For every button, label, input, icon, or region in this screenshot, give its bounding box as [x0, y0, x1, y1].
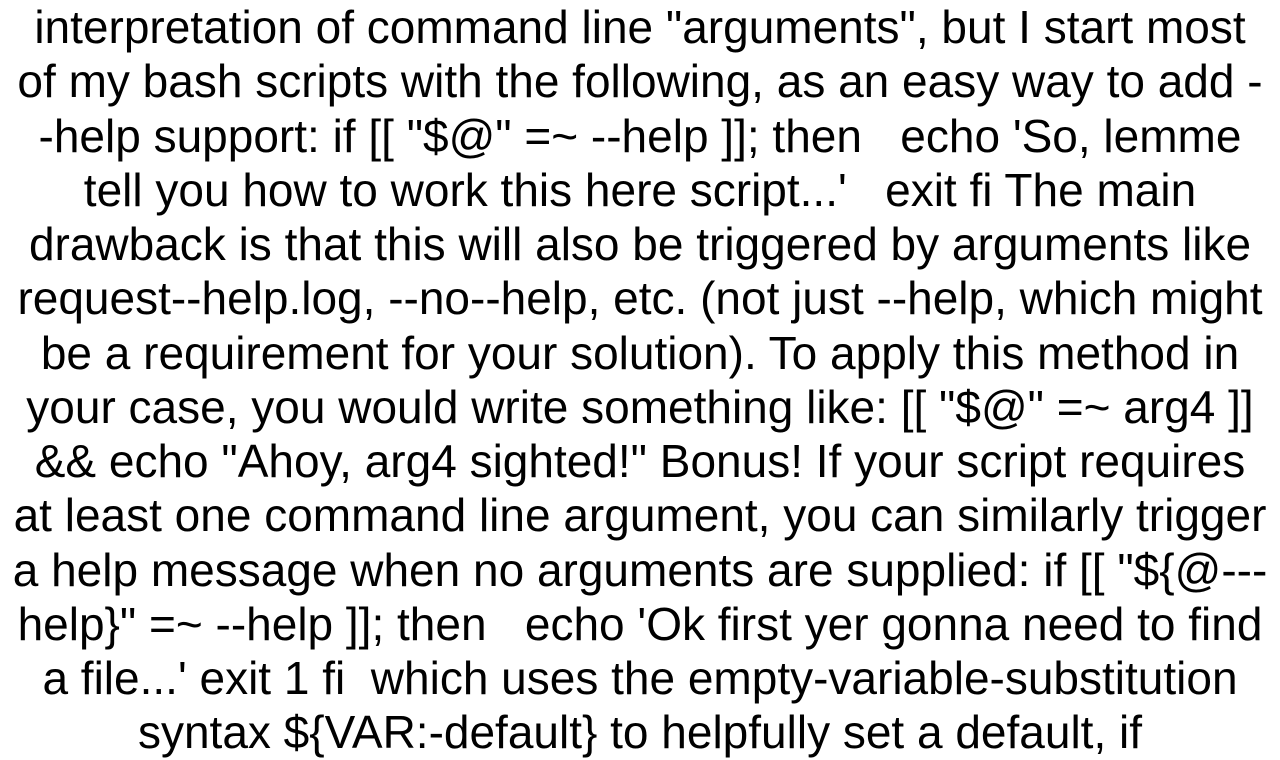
content-area: interpretation of command line "argument…	[0, 0, 1280, 760]
main-text: interpretation of command line "argument…	[10, 0, 1270, 760]
